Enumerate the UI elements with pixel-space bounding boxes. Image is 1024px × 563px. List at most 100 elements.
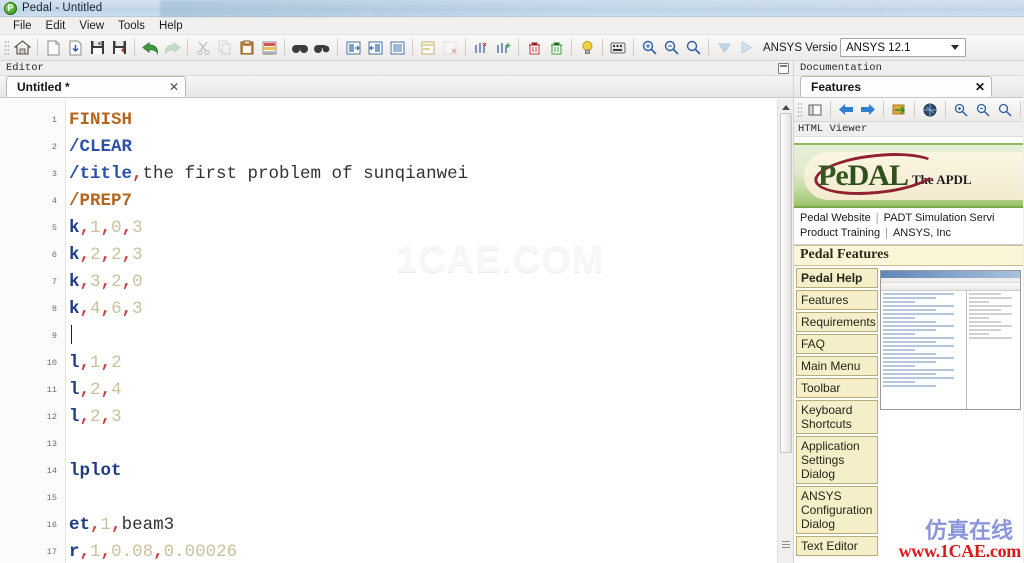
- menu-item-tools[interactable]: Tools: [111, 19, 152, 33]
- doc-nav-item[interactable]: Text Editor: [796, 536, 878, 556]
- home-icon[interactable]: [11, 37, 33, 58]
- editor-caption-label: Editor: [6, 62, 44, 74]
- doc-nav-item[interactable]: Toolbar: [796, 378, 878, 398]
- doc-nav-item[interactable]: Pedal Help: [796, 268, 878, 288]
- pedal-features-heading: Pedal Features: [794, 245, 1023, 266]
- save-as-icon[interactable]: [108, 37, 130, 58]
- menu-item-file[interactable]: File: [6, 19, 39, 33]
- find-icon[interactable]: [289, 37, 311, 58]
- menu-item-view[interactable]: View: [72, 19, 111, 33]
- doc-toolbar-grip[interactable]: [797, 101, 802, 118]
- zoom-in-icon[interactable]: [950, 99, 972, 120]
- sort-desc-icon[interactable]: [439, 37, 461, 58]
- home-globe-icon[interactable]: [919, 99, 941, 120]
- zoom-reset-icon[interactable]: [994, 99, 1016, 120]
- refresh-icon[interactable]: [888, 99, 910, 120]
- undo-icon[interactable]: [139, 37, 161, 58]
- code-line[interactable]: k,3,2,0: [66, 269, 777, 296]
- doc-nav-item[interactable]: Main Menu: [796, 356, 878, 376]
- close-icon[interactable]: ✕: [975, 80, 985, 94]
- forward-arrow-icon[interactable]: [857, 99, 879, 120]
- editor-vertical-scrollbar[interactable]: [777, 99, 793, 563]
- outdent-icon[interactable]: [364, 37, 386, 58]
- editor-tab-untitled[interactable]: Untitled * ✕: [6, 76, 186, 97]
- zoom-reset-icon[interactable]: [682, 37, 704, 58]
- doc-nav-item[interactable]: Keyboard Shortcuts: [796, 400, 878, 434]
- lightbulb-icon[interactable]: [576, 37, 598, 58]
- ansys-version-select[interactable]: ANSYS 12.1: [840, 38, 966, 57]
- scroll-up-arrow-icon[interactable]: [781, 105, 790, 110]
- step-down-icon[interactable]: [713, 37, 735, 58]
- zoom-in-icon[interactable]: [638, 37, 660, 58]
- code-token: et: [69, 515, 91, 535]
- editor-pane-menu-button[interactable]: [778, 62, 789, 74]
- code-text-area[interactable]: 1CAE.COM FINISH/CLEAR/title,the first pr…: [66, 99, 777, 563]
- doc-nav-item[interactable]: FAQ: [796, 334, 878, 354]
- thumb-code-panel: [881, 291, 968, 409]
- code-line[interactable]: k,1,0,3: [66, 215, 777, 242]
- code-line[interactable]: et,1,beam3: [66, 512, 777, 539]
- link-padt-simulation[interactable]: PADT Simulation Servi: [884, 212, 995, 224]
- thumb-titlebar: [881, 271, 1020, 278]
- insert-rows-icon[interactable]: [492, 37, 514, 58]
- find-next-icon[interactable]: [311, 37, 333, 58]
- code-line[interactable]: k,4,6,3: [66, 296, 777, 323]
- comment-icon[interactable]: [386, 37, 408, 58]
- toc-panel-icon[interactable]: [804, 99, 826, 120]
- run-icon[interactable]: [735, 37, 757, 58]
- link-product-training[interactable]: Product Training: [800, 227, 880, 239]
- menu-item-edit[interactable]: Edit: [39, 19, 73, 33]
- code-token: r: [69, 542, 80, 562]
- paste-special-icon[interactable]: [258, 37, 280, 58]
- zoom-out-icon[interactable]: [972, 99, 994, 120]
- code-line[interactable]: k,2,2,3: [66, 242, 777, 269]
- toolbar-separator: [914, 101, 915, 118]
- code-line[interactable]: /PREP7: [66, 188, 777, 215]
- documentation-tab-features[interactable]: Features ✕: [800, 76, 992, 97]
- redo-icon[interactable]: [161, 37, 183, 58]
- cut-icon[interactable]: [192, 37, 214, 58]
- paste-icon[interactable]: [236, 37, 258, 58]
- code-line[interactable]: /title,the first problem of sunqianwei: [66, 161, 777, 188]
- editor-tabstrip: Untitled * ✕: [0, 76, 793, 98]
- code-line[interactable]: FINISH: [66, 107, 777, 134]
- sort-asc-icon[interactable]: [417, 37, 439, 58]
- indent-icon[interactable]: [342, 37, 364, 58]
- toolbar-separator: [284, 39, 285, 56]
- line-number-gutter: 1 2 3 4 5 6 7 8 9 10 11 12 13 14 15 16 17: [0, 99, 66, 563]
- doc-nav-item[interactable]: ANSYS Configuration Dialog: [796, 486, 878, 534]
- code-line[interactable]: l,2,4: [66, 377, 777, 404]
- link-pedal-website[interactable]: Pedal Website: [800, 212, 871, 224]
- open-file-icon[interactable]: [64, 37, 86, 58]
- code-token: k: [69, 218, 80, 238]
- code-token: 2: [90, 380, 101, 400]
- code-line[interactable]: /CLEAR: [66, 134, 777, 161]
- trash-green-icon[interactable]: [545, 37, 567, 58]
- code-line[interactable]: l,2,3: [66, 404, 777, 431]
- documentation-caption-label: Documentation: [800, 62, 882, 74]
- copy-icon[interactable]: [214, 37, 236, 58]
- trash-red-icon[interactable]: [523, 37, 545, 58]
- code-line[interactable]: r,1,0.08,0.00026: [66, 539, 777, 563]
- code-line[interactable]: [66, 485, 777, 512]
- link-ansys-inc[interactable]: ANSYS, Inc: [893, 227, 951, 239]
- close-icon[interactable]: ✕: [155, 81, 179, 93]
- menu-item-help[interactable]: Help: [152, 19, 190, 33]
- code-token: 1: [90, 542, 101, 562]
- zoom-out-icon[interactable]: [660, 37, 682, 58]
- code-line[interactable]: l,1,2: [66, 350, 777, 377]
- code-line[interactable]: lplot: [66, 458, 777, 485]
- scrollbar-thumb[interactable]: [779, 113, 792, 453]
- save-icon[interactable]: [86, 37, 108, 58]
- code-line[interactable]: [66, 431, 777, 458]
- code-line[interactable]: [66, 323, 777, 350]
- toolbar-grip[interactable]: [4, 39, 9, 56]
- doc-nav-item[interactable]: Application Settings Dialog: [796, 436, 878, 484]
- delete-rows-icon[interactable]: [470, 37, 492, 58]
- back-arrow-icon[interactable]: [835, 99, 857, 120]
- doc-nav-item[interactable]: Features: [796, 290, 878, 310]
- doc-nav-item[interactable]: Requirements: [796, 312, 878, 332]
- keyboard-icon[interactable]: [607, 37, 629, 58]
- new-file-icon[interactable]: [42, 37, 64, 58]
- editor-pane: Editor Untitled * ✕ 1 2 3 4 5 6 7 8 9 10 11 12 13 14 1…: [0, 61, 794, 563]
